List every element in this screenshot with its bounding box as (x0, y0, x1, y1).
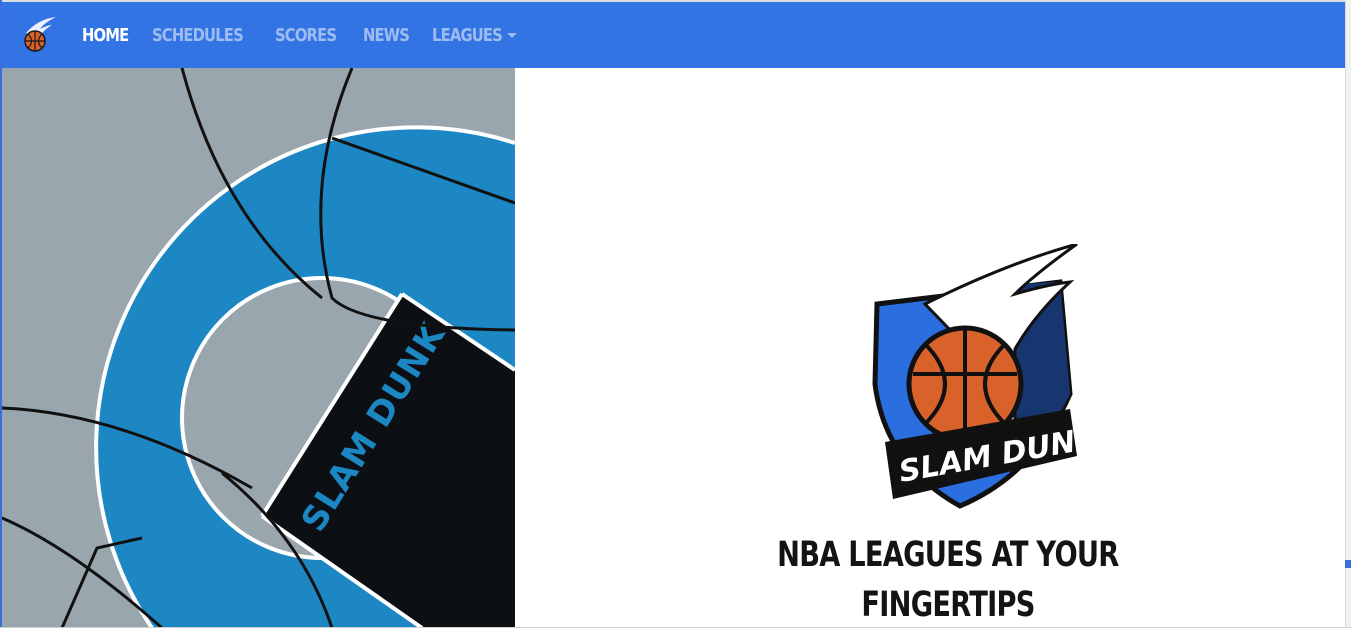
browser-scrollbar[interactable] (1345, 0, 1351, 628)
nav-menu: HOME SCHEDULES SCORES NEWS LEAGUES (82, 25, 533, 46)
scrollbar-thumb[interactable] (1345, 560, 1351, 568)
nav-home-link[interactable]: HOME (82, 25, 129, 46)
nav-schedules-link[interactable]: SCHEDULES (152, 25, 244, 46)
nav-leagues-dropdown[interactable]: LEAGUES (432, 25, 517, 46)
top-navbar: HOME SCHEDULES SCORES NEWS LEAGUES (2, 2, 1345, 68)
brand-logo-icon[interactable] (18, 15, 58, 55)
nav-scores-link[interactable]: SCORES (275, 25, 337, 46)
tagline-line-2: FINGERTIPS (861, 585, 1035, 625)
nav-news-link[interactable]: NEWS (363, 25, 410, 46)
hero-content: SLAM DUNK NBA LEAGUES AT YOUR FINGERTIPS (515, 68, 1345, 628)
basketball-court-image: SLAM DUNK (2, 68, 515, 628)
hero-tagline: NBA LEAGUES AT YOUR FINGERTIPS (515, 530, 1351, 630)
caret-down-icon[interactable] (506, 32, 517, 38)
nav-leagues-link[interactable]: LEAGUES (432, 25, 503, 46)
tagline-line-1: NBA LEAGUES AT YOUR (777, 535, 1119, 575)
slam-dunk-logo: SLAM DUNK (872, 244, 1085, 509)
